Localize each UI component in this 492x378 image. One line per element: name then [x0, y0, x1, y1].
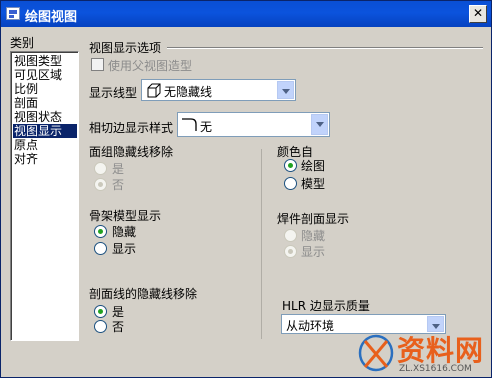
- display-style-label: 显示线型: [89, 86, 138, 100]
- category-label: 类别: [10, 36, 35, 50]
- watermark-url: ZL.XS1616.COM: [399, 364, 472, 374]
- view-display-header: 视图显示选项: [89, 41, 162, 55]
- category-item[interactable]: 视图状态: [13, 110, 77, 124]
- color-from-model-label: 模型: [301, 177, 326, 191]
- face-hidden-removal-label: 面组隐藏线移除: [89, 145, 174, 159]
- skeleton-show-radio[interactable]: [94, 242, 107, 255]
- category-item[interactable]: 可见区域: [13, 68, 77, 82]
- display-style-value: 无隐藏线: [164, 85, 213, 99]
- title-bar[interactable]: 绘图视图 ✕: [1, 1, 491, 27]
- header-divider: [167, 47, 483, 48]
- section-hidden-removal-label: 剖面线的隐藏线移除: [89, 287, 198, 301]
- window-title: 绘图视图: [25, 10, 78, 25]
- hlr-quality-label: HLR 边显示质量: [282, 299, 370, 313]
- hidden-line-icon: [147, 83, 161, 98]
- use-parent-label: 使用父视图造型: [108, 59, 193, 73]
- category-item[interactable]: 比例: [13, 82, 77, 96]
- face-hidden-yes-label: 是: [112, 162, 125, 176]
- weld-show-label: 显示: [301, 245, 326, 259]
- skeleton-hide-radio[interactable]: [94, 225, 107, 238]
- chevron-down-icon[interactable]: [277, 81, 294, 99]
- skeleton-hide-label: 隐藏: [112, 225, 137, 239]
- category-item[interactable]: 对齐: [13, 152, 77, 166]
- face-hidden-no-radio[interactable]: [94, 178, 107, 191]
- weld-show-radio[interactable]: [284, 245, 297, 258]
- category-item[interactable]: 原点: [13, 138, 77, 152]
- dialog-window: 绘图视图 ✕ 类别 视图类型 可见区域 比例 剖面 视图状态 视图显示 原点 对…: [0, 0, 492, 378]
- weld-section-label: 焊件剖面显示: [277, 212, 350, 226]
- weld-hide-label: 隐藏: [301, 229, 326, 243]
- column-divider: [261, 149, 262, 339]
- section-hidden-yes-radio[interactable]: [94, 305, 107, 318]
- weld-hide-radio[interactable]: [284, 229, 297, 242]
- display-style-select[interactable]: 无隐藏线: [141, 79, 296, 101]
- category-item[interactable]: 视图类型: [13, 54, 77, 68]
- tangent-edge-label: 相切边显示样式: [89, 121, 174, 135]
- close-button[interactable]: ✕: [469, 5, 487, 23]
- category-item-selected[interactable]: 视图显示: [13, 124, 77, 138]
- watermark-logo-icon: [358, 334, 394, 372]
- category-list[interactable]: 视图类型 可见区域 比例 剖面 视图状态 视图显示 原点 对齐: [10, 51, 79, 341]
- skeleton-display-label: 骨架模型显示: [89, 209, 162, 223]
- section-hidden-no-label: 否: [112, 320, 125, 334]
- use-parent-checkbox[interactable]: [91, 58, 104, 71]
- chevron-down-icon[interactable]: [311, 114, 328, 135]
- tangent-edge-value: 无: [200, 120, 213, 134]
- category-item[interactable]: 剖面: [13, 96, 77, 110]
- skeleton-show-label: 显示: [112, 242, 137, 256]
- color-from-model-radio[interactable]: [284, 177, 297, 190]
- face-hidden-no-label: 否: [112, 178, 125, 192]
- tangent-edge-icon: [182, 118, 197, 131]
- color-from-drawing-radio[interactable]: [284, 159, 297, 172]
- face-hidden-yes-radio[interactable]: [94, 162, 107, 175]
- color-from-drawing-label: 绘图: [301, 159, 326, 173]
- dialog-icon: [6, 7, 20, 20]
- watermark: 资料网 ZL.XS1616.COM: [357, 327, 492, 378]
- hlr-quality-value: 从动环境: [286, 319, 335, 333]
- tangent-edge-select[interactable]: 无: [177, 112, 330, 137]
- watermark-text: 资料网: [397, 334, 485, 367]
- section-hidden-no-radio[interactable]: [94, 320, 107, 333]
